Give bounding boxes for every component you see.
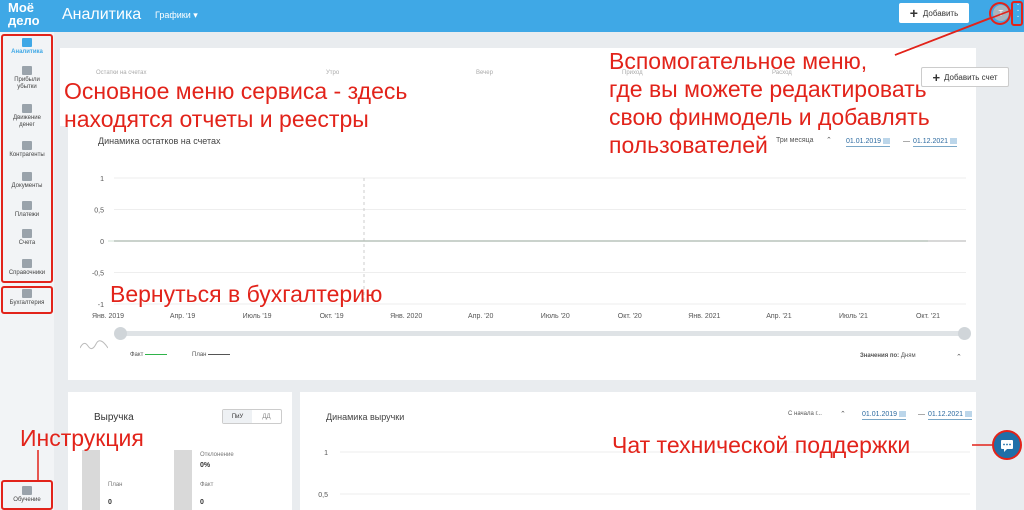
chevron-up-icon[interactable]: ⌃: [956, 353, 962, 361]
plus-icon: +: [932, 69, 941, 85]
annotation-aux-menu: Вспомогательное меню, где вы можете редак…: [609, 47, 930, 159]
deviation-label: Отклонение: [200, 452, 234, 458]
annotation-aux-line1: Вспомогательное меню,: [609, 48, 868, 74]
chevron-down-icon: ▾: [193, 10, 198, 20]
calendar-icon: [950, 138, 958, 145]
revenue-fact-bar: [174, 450, 192, 510]
balance-chart-title: Динамика остатков на счетах: [98, 136, 221, 146]
legend-fact[interactable]: Факт: [130, 352, 168, 358]
revenue-chart-title: Динамика выручки: [326, 412, 405, 422]
x-tick-label: Окт. '20: [618, 313, 642, 320]
y-tick-label: -0,5: [92, 271, 104, 278]
revenue-date-from-value: 01.01.2019: [862, 411, 898, 418]
x-tick-label: Окт. '19: [320, 313, 344, 320]
y-tick-label: 1: [324, 450, 328, 457]
date-dash: —: [918, 411, 925, 418]
annotation-aux-line4: пользователей: [609, 132, 768, 158]
revenue-toggle-cf[interactable]: ДД: [252, 410, 281, 423]
range-slider-left-handle[interactable]: [114, 327, 127, 340]
x-tick-label: Июль '20: [541, 313, 570, 320]
nav-dropdown[interactable]: Графики ▾: [155, 10, 198, 21]
revenue-plan-bar: [82, 450, 100, 510]
revenue-title: Выручка: [94, 412, 134, 423]
mini-wave-icon: [80, 340, 108, 350]
chat-icon: [1001, 440, 1013, 452]
annotation-main-menu-line2: находятся отчеты и реестры: [64, 106, 369, 132]
main-menu-highlight: [1, 34, 53, 283]
app-title: Аналитика: [62, 6, 142, 23]
x-tick-label: Апр. '20: [468, 313, 493, 320]
x-tick-label: Июль '19: [243, 313, 272, 320]
revenue-date-to[interactable]: 01.12.2021: [928, 411, 973, 420]
plan-value: 0: [108, 499, 112, 506]
balances-col-evening: Вечер: [476, 70, 493, 76]
revenue-date-from[interactable]: 01.01.2019: [862, 411, 907, 420]
learning-highlight: [1, 480, 53, 510]
values-by[interactable]: Значения по: Дням: [860, 353, 916, 359]
chevron-up-icon[interactable]: ⌃: [840, 410, 846, 418]
add-button[interactable]: + Добавить: [899, 3, 969, 23]
logo[interactable]: Моё дело: [8, 1, 48, 27]
annotation-aux-line3: свою финмодель и добавлять: [609, 104, 930, 130]
annotation-main-menu: Основное меню сервиса - здесь находятся о…: [64, 77, 407, 133]
values-by-label: Значения по:: [860, 353, 900, 359]
y-tick-label: -1: [98, 302, 104, 309]
x-tick-label: Янв. 2021: [688, 313, 720, 320]
plus-icon: +: [909, 5, 918, 21]
y-tick-label: 1: [100, 176, 104, 183]
balances-col-account: Остатки на счетах: [96, 70, 147, 76]
add-button-label: Добавить: [922, 8, 959, 18]
avatar-highlight: [989, 2, 1011, 25]
x-tick-label: Июль '21: [839, 313, 868, 320]
kebab-highlight: [1011, 1, 1023, 26]
annotation-aux-line2: где вы можете редактировать: [609, 76, 927, 102]
revenue-toggle: ПиУ ДД: [222, 409, 282, 424]
revenue-toggle-pnl[interactable]: ПиУ: [223, 410, 252, 423]
calendar-icon: [965, 411, 973, 418]
deviation-value: 0%: [200, 462, 211, 469]
add-account-label: Добавить счет: [944, 72, 998, 82]
nav-dropdown-label: Графики: [155, 10, 191, 20]
top-bar: [0, 0, 1024, 32]
y-tick-label: 0,5: [94, 208, 104, 215]
revenue-date-to-value: 01.12.2021: [928, 411, 964, 418]
range-slider-track[interactable]: [120, 331, 966, 336]
x-tick-label: Апр. '21: [766, 313, 791, 320]
y-tick-label: 0: [100, 239, 104, 246]
plan-label: План: [108, 482, 123, 488]
annotation-support: Чат технической поддержки: [612, 432, 911, 458]
fact-label: Факт: [200, 482, 214, 488]
balances-col-morning: Утро: [326, 70, 340, 76]
legend-plan-swatch: [208, 353, 231, 355]
add-account-button[interactable]: + Добавить счет: [921, 67, 1009, 87]
y-tick-label: 0,5: [318, 492, 328, 499]
x-tick-label: Окт. '21: [916, 313, 940, 320]
x-tick-label: Янв. 2019: [92, 313, 124, 320]
range-slider-right-handle[interactable]: [958, 327, 971, 340]
calendar-icon: [899, 411, 907, 418]
logo-line2: дело: [8, 13, 40, 28]
annotation-instructions: Инструкция: [20, 425, 144, 451]
annotation-main-menu-line1: Основное меню сервиса - здесь: [64, 78, 408, 104]
revenue-period-select[interactable]: С начала г...: [788, 411, 822, 417]
legend-fact-swatch: [145, 353, 168, 355]
annotation-back: Вернуться в бухгалтерию: [110, 281, 383, 307]
x-tick-label: Апр. '19: [170, 313, 195, 320]
fact-value: 0: [200, 499, 204, 506]
legend-plan[interactable]: План: [192, 352, 231, 358]
legend-fact-label: Факт: [130, 352, 144, 358]
x-tick-label: Янв. 2020: [390, 313, 422, 320]
accounting-highlight: [1, 286, 53, 314]
values-by-value: Дням: [900, 353, 916, 359]
legend-plan-label: План: [192, 352, 207, 358]
support-chat-button[interactable]: [992, 430, 1022, 460]
